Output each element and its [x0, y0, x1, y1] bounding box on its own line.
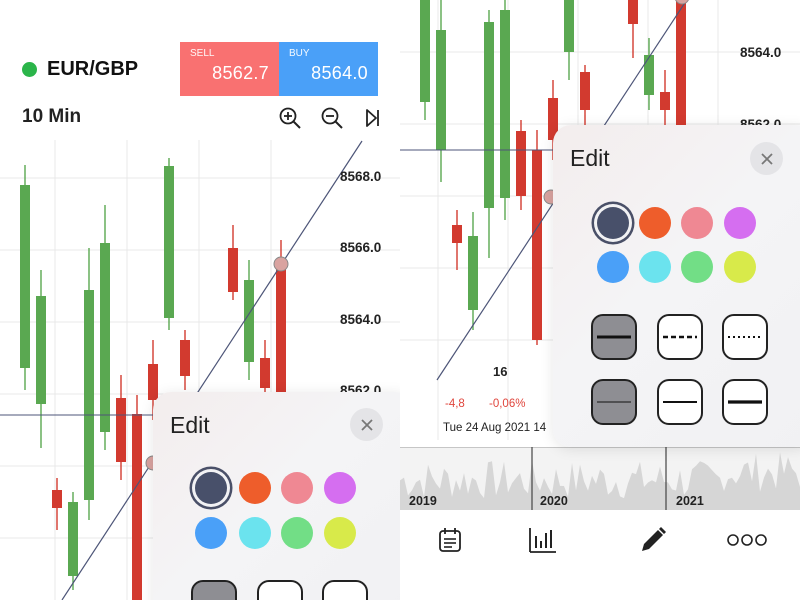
trendline-handle-top [273, 256, 289, 272]
line-style-solid-thin[interactable] [591, 379, 637, 425]
candle-body [148, 364, 158, 400]
candle-body [484, 22, 494, 208]
line-style-dotted[interactable] [322, 580, 368, 600]
price-axis-label: 8566.0 [340, 240, 382, 255]
skip-forward-icon[interactable] [362, 106, 386, 130]
candle-body [68, 502, 78, 576]
buy-price: 8564.0 [311, 63, 368, 83]
zoom-in-icon[interactable] [278, 106, 302, 130]
right-screen: 8564.0 8562.0 16 -4,8 -0,06% Tue 24 Aug … [400, 0, 800, 600]
time-axis-label: 16 [493, 364, 508, 379]
color-swatch[interactable] [281, 472, 313, 504]
interval-selector[interactable]: 10 Min [22, 106, 81, 128]
line-style-solid-bold[interactable] [722, 379, 768, 425]
candle-body [564, 0, 574, 52]
sell-label: SELL [190, 48, 215, 59]
range-navigator[interactable]: 2019 2020 2021 [400, 447, 800, 510]
sell-button[interactable]: SELL 8562.7 [180, 42, 279, 96]
color-swatch[interactable] [281, 517, 313, 549]
calendar-icon[interactable] [435, 525, 465, 555]
color-swatch[interactable] [681, 251, 713, 283]
color-swatch[interactable] [239, 472, 271, 504]
candle-body [244, 280, 254, 362]
color-swatch[interactable] [597, 251, 629, 283]
close-button[interactable] [750, 142, 783, 175]
color-swatch-selected[interactable] [597, 207, 629, 239]
candle-body [452, 225, 462, 243]
line-style-solid-thick[interactable] [591, 314, 637, 360]
more-icon[interactable] [727, 525, 767, 555]
currency-pair: EUR/GBP [47, 58, 139, 80]
sell-price: 8562.7 [212, 63, 269, 83]
candle-body [676, 0, 686, 130]
color-swatch[interactable] [195, 517, 227, 549]
color-swatch[interactable] [639, 251, 671, 283]
edit-title: Edit [170, 412, 210, 438]
candle-body [132, 414, 142, 600]
price-change-percent: -0,06% [489, 398, 526, 410]
close-icon [360, 418, 373, 431]
buy-button[interactable]: BUY 8564.0 [279, 42, 378, 96]
candle-body [100, 243, 110, 432]
candle-body [500, 10, 510, 198]
close-icon [760, 152, 773, 165]
color-swatch[interactable] [724, 207, 756, 239]
candle-body [228, 248, 238, 292]
candle-body [164, 166, 174, 318]
navigator-area-chart [400, 447, 800, 510]
zoom-out-icon[interactable] [320, 106, 344, 130]
candle-body [628, 0, 638, 24]
price-axis-label: 8568.0 [340, 169, 382, 184]
candle-body [180, 340, 190, 376]
line-style-solid-medium[interactable] [657, 379, 703, 425]
candle-body [644, 55, 654, 95]
candle-body [20, 185, 30, 368]
market-status-dot [22, 62, 37, 77]
left-screen: EUR/GBP SELL 8562.7 BUY 8564.0 10 Min 85… [0, 0, 400, 600]
candle-body [532, 150, 542, 340]
indicators-icon[interactable] [528, 525, 558, 555]
color-swatch[interactable] [639, 207, 671, 239]
candle-body [580, 72, 590, 110]
candle-body [260, 358, 270, 388]
color-swatch[interactable] [681, 207, 713, 239]
candle-body [660, 92, 670, 110]
line-style-solid-thick[interactable] [191, 580, 237, 600]
edit-title: Edit [570, 145, 610, 171]
color-swatch[interactable] [239, 517, 271, 549]
color-swatch[interactable] [324, 517, 356, 549]
color-swatch[interactable] [724, 251, 756, 283]
candle-body [420, 0, 430, 102]
line-style-dashed[interactable] [257, 580, 303, 600]
candle-body [84, 290, 94, 500]
price-change: -4,8 [445, 398, 465, 410]
line-style-dotted[interactable] [722, 314, 768, 360]
candle-body [36, 296, 46, 404]
line-style-dashed[interactable] [657, 314, 703, 360]
navigator-year: 2020 [540, 494, 568, 508]
candle-body [116, 398, 126, 462]
candle-body [436, 30, 446, 150]
navigator-year: 2019 [409, 494, 437, 508]
color-swatch[interactable] [324, 472, 356, 504]
price-axis-label: 8564.0 [740, 45, 782, 60]
price-axis-label: 8564.0 [340, 312, 382, 327]
close-button[interactable] [350, 408, 383, 441]
candle-body [468, 236, 478, 310]
buy-label: BUY [289, 48, 310, 59]
edit-panel: Edit [153, 392, 400, 600]
crosshair-datetime: Tue 24 Aug 2021 14 [443, 422, 547, 434]
edit-panel: Edit [553, 125, 800, 447]
candle-body [516, 131, 526, 196]
draw-icon[interactable] [638, 525, 668, 555]
color-swatch-selected[interactable] [195, 472, 227, 504]
candle-body [276, 268, 286, 400]
navigator-year: 2021 [676, 494, 704, 508]
candle-body [52, 490, 62, 508]
